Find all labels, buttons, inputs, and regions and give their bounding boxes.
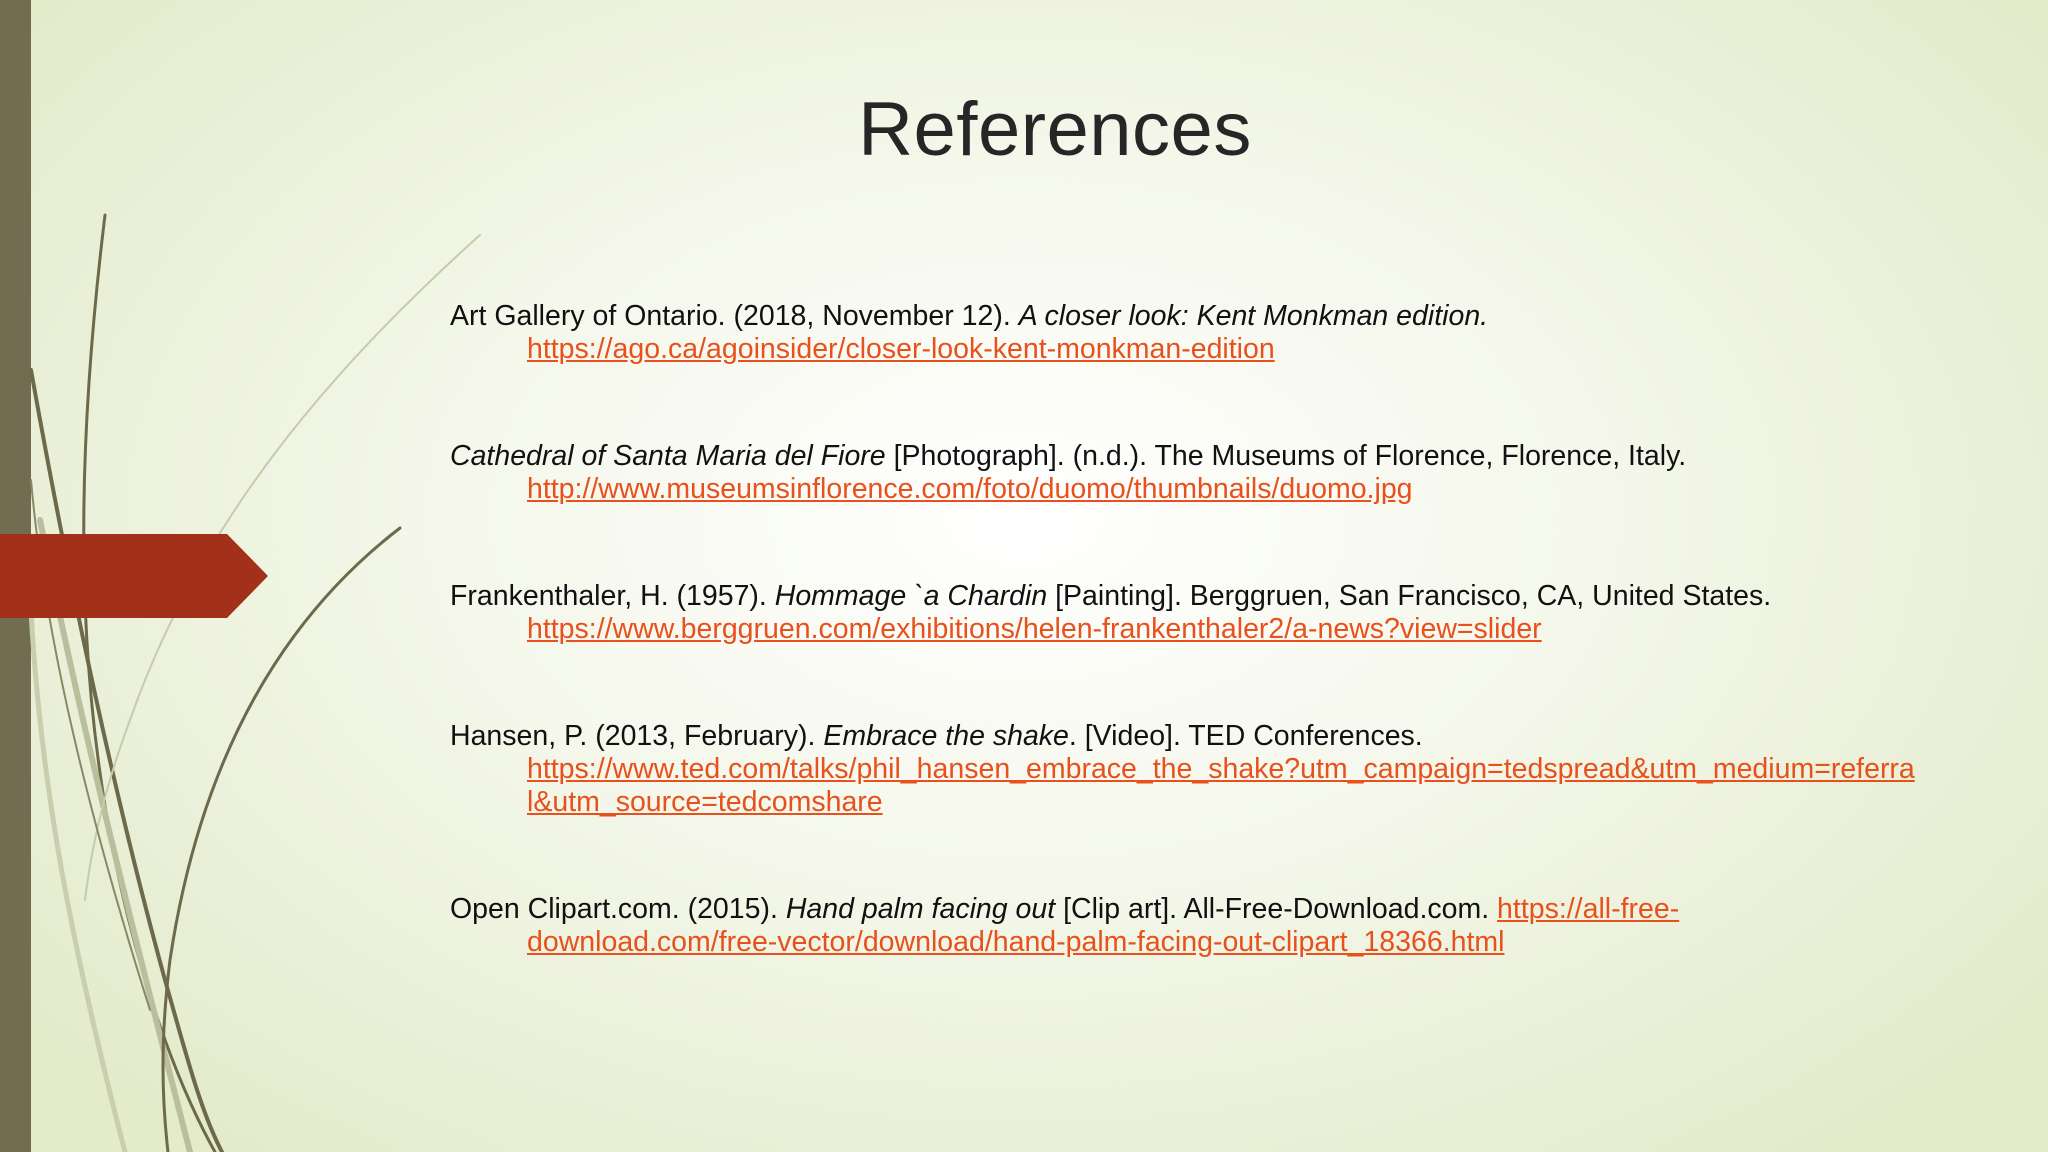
reference-title: Hommage `a Chardin [774,580,1048,612]
reference-author: Open Clipart.com. (2015). [450,893,786,925]
reference-author: Hansen, P. (2013, February). [450,720,824,752]
reference-item: Cathedral of Santa Maria del Fiore [Phot… [450,440,1920,506]
references-list: Art Gallery of Ontario. (2018, November … [450,300,1920,959]
reference-link[interactable]: https://ago.ca/agoinsider/closer-look-ke… [527,333,1275,365]
reference-link[interactable]: http://www.museumsinflorence.com/foto/du… [527,473,1413,505]
reference-link[interactable]: https://www.berggruen.com/exhibitions/he… [527,613,1542,645]
reference-item: Open Clipart.com. (2015). Hand palm faci… [450,893,1920,959]
reference-title: A closer look: Kent Monkman edition. [1018,300,1489,332]
reference-link[interactable]: https://www.ted.com/talks/phil_hansen_em… [527,753,1915,818]
reference-item: Hansen, P. (2013, February). Embrace the… [450,720,1920,819]
slide-title: References [858,87,1252,172]
reference-author: Frankenthaler, H. (1957). [450,580,775,612]
reference-details: [Clip art]. All-Free-Download.com. [1055,893,1498,925]
reference-item: Art Gallery of Ontario. (2018, November … [450,300,1920,366]
reference-details: . [Video]. TED Conferences. [1068,720,1423,752]
reference-title: Embrace the shake [823,720,1069,752]
reference-details: [Painting]. Berggruen, San Francisco, CA… [1047,580,1772,612]
arrow-marker-shape [0,534,268,618]
reference-author: Art Gallery of Ontario. (2018, November … [450,300,1019,332]
reference-title: Hand palm facing out [785,893,1056,925]
reference-title: Cathedral of Santa Maria del Fiore [450,440,886,472]
reference-item: Frankenthaler, H. (1957). Hommage `a Cha… [450,580,1920,646]
reference-details: [Photograph]. (n.d.). The Museums of Flo… [885,440,1687,472]
